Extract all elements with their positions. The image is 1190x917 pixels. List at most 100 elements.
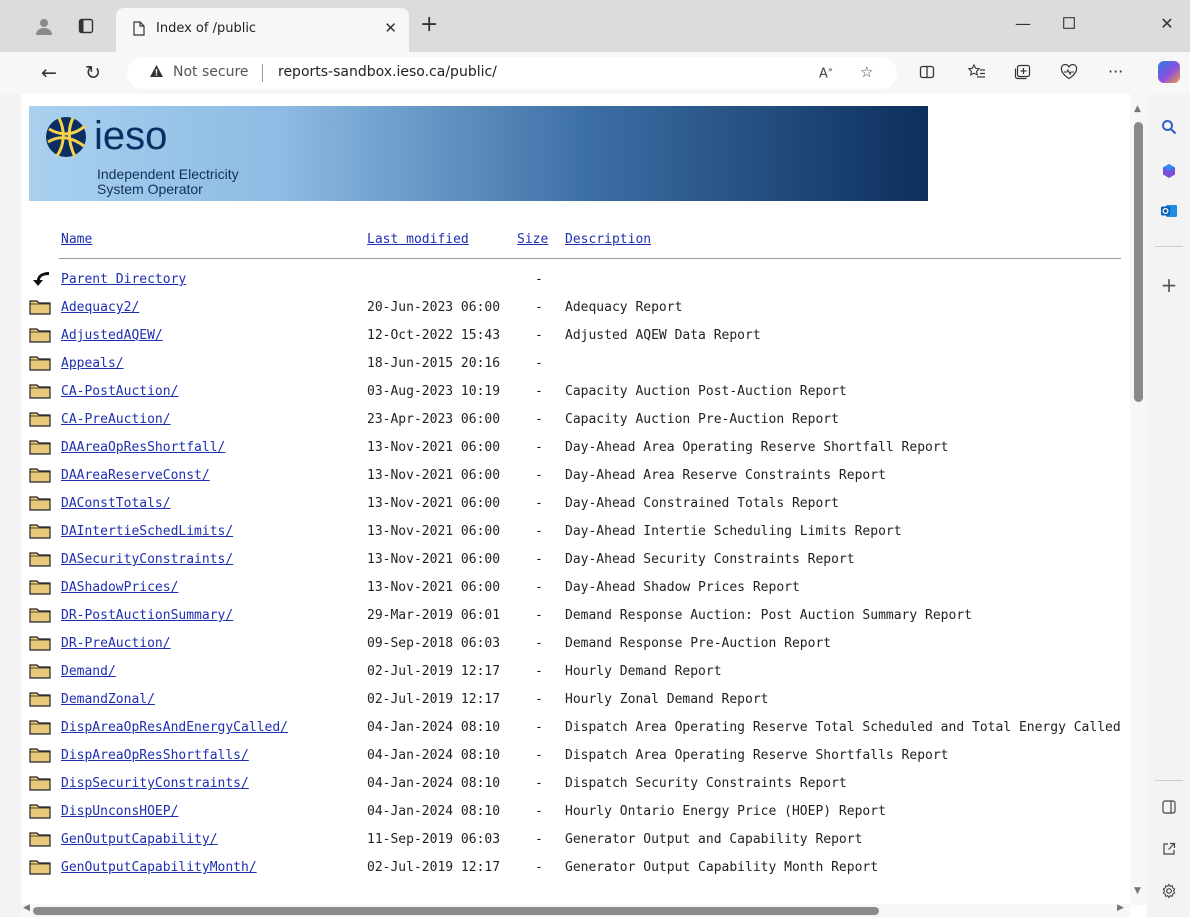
entry-link[interactable]: Parent Directory <box>61 272 186 287</box>
external-link-icon[interactable] <box>1158 838 1180 860</box>
entry-link[interactable]: Demand/ <box>61 664 116 679</box>
entry-size: - <box>535 300 543 315</box>
entry-name[interactable]: GenOutputCapability/ <box>61 832 218 847</box>
close-tab-icon[interactable]: ✕ <box>384 19 397 37</box>
table-row: DispSecurityConstraints/04-Jan-2024 08:1… <box>21 776 1147 804</box>
entry-link[interactable]: DAIntertieSchedLimits/ <box>61 524 233 539</box>
url-text[interactable]: reports-sandbox.ieso.ca/public/ <box>278 64 497 80</box>
entry-name[interactable]: CA-PreAuction/ <box>61 412 171 427</box>
entry-name[interactable]: DAIntertieSchedLimits/ <box>61 524 233 539</box>
entry-link[interactable]: DemandZonal/ <box>61 692 155 707</box>
shopping-icon[interactable] <box>1158 160 1180 182</box>
refresh-icon[interactable]: ↻ <box>79 61 107 85</box>
entry-name[interactable]: Parent Directory <box>61 272 186 287</box>
split-screen-icon[interactable] <box>919 64 935 84</box>
sort-by-size-link[interactable]: Size <box>517 232 548 247</box>
entry-link[interactable]: GenOutputCapabilityMonth/ <box>61 860 257 875</box>
entry-link[interactable]: GenOutputCapability/ <box>61 832 218 847</box>
scroll-up-arrow-icon[interactable]: ▲ <box>1134 104 1141 114</box>
entry-link[interactable]: DAAreaOpResShortfall/ <box>61 440 225 455</box>
edge-sidebar: + <box>1147 94 1190 917</box>
entry-link[interactable]: AdjustedAQEW/ <box>61 328 163 343</box>
entry-description: Demand Response Auction: Post Auction Su… <box>565 608 972 623</box>
entry-link[interactable]: DispAreaOpResAndEnergyCalled/ <box>61 720 288 735</box>
entry-link[interactable]: DAConstTotals/ <box>61 496 171 511</box>
entry-name[interactable]: Adequacy2/ <box>61 300 139 315</box>
entry-name[interactable]: DispSecurityConstraints/ <box>61 776 249 791</box>
entry-link[interactable]: DAAreaReserveConst/ <box>61 468 210 483</box>
browser-essentials-icon[interactable] <box>1060 63 1078 84</box>
entry-name[interactable]: GenOutputCapabilityMonth/ <box>61 860 257 875</box>
back-icon[interactable]: ← <box>35 61 63 85</box>
tab-actions-icon[interactable] <box>74 14 98 38</box>
collections-icon[interactable] <box>1014 64 1031 84</box>
scroll-left-arrow-icon[interactable]: ◀ <box>23 903 30 913</box>
vertical-scrollbar[interactable]: ▲ ▼ <box>1130 94 1147 905</box>
search-icon[interactable] <box>1158 116 1180 138</box>
entry-link[interactable]: DAShadowPrices/ <box>61 580 178 595</box>
sort-by-description-link[interactable]: Description <box>565 232 651 247</box>
entry-name[interactable]: DR-PreAuction/ <box>61 636 171 651</box>
address-toolbar: ← ↻ Not secure reports-sandbox.ieso.ca/p… <box>0 52 1190 94</box>
entry-link[interactable]: CA-PreAuction/ <box>61 412 171 427</box>
column-header-last-modified[interactable]: Last modified <box>367 232 469 247</box>
settings-gear-icon[interactable] <box>1158 880 1180 902</box>
entry-link[interactable]: CA-PostAuction/ <box>61 384 178 399</box>
sort-by-last-modified-link[interactable]: Last modified <box>367 232 469 247</box>
entry-link[interactable]: DispSecurityConstraints/ <box>61 776 249 791</box>
entry-link[interactable]: DASecurityConstraints/ <box>61 552 233 567</box>
table-row: DAShadowPrices/13-Nov-2021 06:00 - Day-Ahe… <box>21 580 1147 608</box>
entry-name[interactable]: DispAreaOpResShortfalls/ <box>61 748 249 763</box>
warning-icon[interactable] <box>149 64 164 82</box>
entry-name[interactable]: DAAreaReserveConst/ <box>61 468 210 483</box>
entry-link[interactable]: DispUnconsHOEP/ <box>61 804 178 819</box>
entry-name[interactable]: DispAreaOpResAndEnergyCalled/ <box>61 720 288 735</box>
address-separator <box>262 64 263 82</box>
entry-name[interactable]: DemandZonal/ <box>61 692 155 707</box>
favorites-icon[interactable] <box>967 63 986 84</box>
close-window-icon[interactable]: ✕ <box>1144 8 1190 38</box>
minimize-icon[interactable]: — <box>1000 8 1046 38</box>
entry-link[interactable]: Appeals/ <box>61 356 124 371</box>
table-row: DemandZonal/02-Jul-2019 12:17 - Hourly Zon… <box>21 692 1147 720</box>
entry-name[interactable]: Appeals/ <box>61 356 124 371</box>
profile-icon[interactable] <box>32 14 56 38</box>
scroll-right-arrow-icon[interactable]: ▶ <box>1117 903 1124 913</box>
address-bar[interactable]: Not secure reports-sandbox.ieso.ca/publi… <box>127 57 897 89</box>
read-aloud-icon[interactable]: A» <box>819 65 833 81</box>
entry-name[interactable]: CA-PostAuction/ <box>61 384 178 399</box>
entry-name[interactable]: DASecurityConstraints/ <box>61 552 233 567</box>
entry-name[interactable]: DAAreaOpResShortfall/ <box>61 440 225 455</box>
maximize-icon[interactable] <box>1046 8 1092 38</box>
column-header-name[interactable]: Name <box>61 232 92 247</box>
horizontal-scrollbar[interactable]: ◀ ▶ <box>21 903 1130 917</box>
entry-link[interactable]: DR-PreAuction/ <box>61 636 171 651</box>
security-label[interactable]: Not secure <box>173 64 249 80</box>
more-options-icon[interactable]: ··· <box>1108 62 1123 81</box>
column-header-description[interactable]: Description <box>565 232 651 247</box>
horizontal-scroll-thumb[interactable] <box>33 907 879 915</box>
copilot-icon[interactable] <box>1158 61 1180 83</box>
ieso-logo-icon <box>46 117 86 158</box>
vertical-scroll-thumb[interactable] <box>1134 122 1143 402</box>
favorite-star-icon[interactable]: ☆ <box>860 63 873 81</box>
scroll-down-arrow-icon[interactable]: ▼ <box>1134 886 1141 896</box>
entry-link[interactable]: DR-PostAuctionSummary/ <box>61 608 233 623</box>
entry-name[interactable]: AdjustedAQEW/ <box>61 328 163 343</box>
entry-name[interactable]: DAConstTotals/ <box>61 496 171 511</box>
entry-link[interactable]: DispAreaOpResShortfalls/ <box>61 748 249 763</box>
tab-index-of-public[interactable]: Index of /public ✕ <box>116 8 409 52</box>
new-tab-icon[interactable]: + <box>420 12 438 37</box>
entry-link[interactable]: Adequacy2/ <box>61 300 139 315</box>
add-sidebar-app-icon[interactable]: + <box>1158 273 1180 297</box>
folder-icon <box>29 325 51 343</box>
table-row: Demand/02-Jul-2019 12:17 - Hourly Demand R… <box>21 664 1147 692</box>
entry-name[interactable]: DispUnconsHOEP/ <box>61 804 178 819</box>
outlook-icon[interactable] <box>1158 200 1180 222</box>
entry-name[interactable]: Demand/ <box>61 664 116 679</box>
sort-by-name-link[interactable]: Name <box>61 232 92 247</box>
column-header-size[interactable]: Size <box>517 232 548 247</box>
entry-name[interactable]: DAShadowPrices/ <box>61 580 178 595</box>
entry-name[interactable]: DR-PostAuctionSummary/ <box>61 608 233 623</box>
hide-sidebar-icon[interactable] <box>1158 796 1180 818</box>
